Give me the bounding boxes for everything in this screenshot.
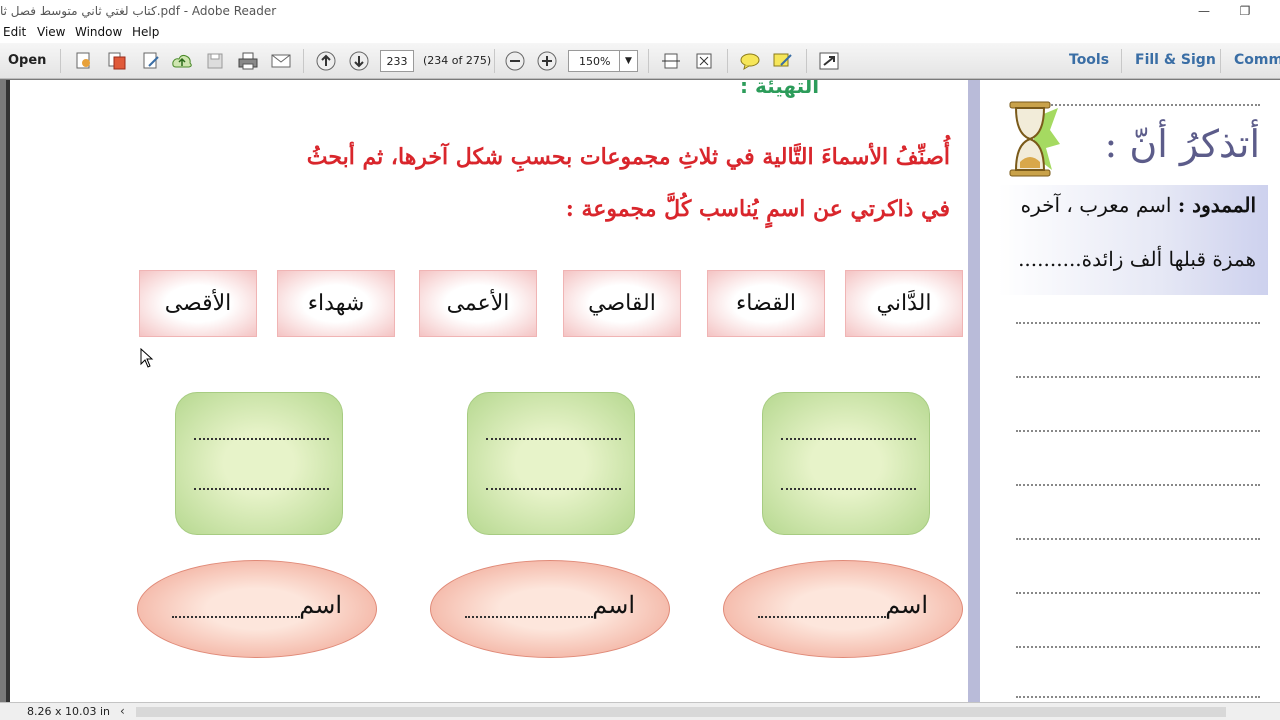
toolbar-separator [60, 49, 61, 73]
combine-files-icon[interactable] [106, 51, 128, 71]
toolbar-separator [1121, 49, 1122, 73]
fill-sign-link[interactable]: Fill & Sign [1135, 52, 1216, 68]
oval-label: اسم [592, 591, 635, 619]
fit-width-icon[interactable] [660, 51, 682, 71]
definition-line-1: الممدود : اسم معرب ، آخره [1021, 193, 1256, 217]
window-title: كتاب لغتي ثاني متوسط فصل ثا.pdf - Adobe … [0, 4, 277, 18]
zoom-out-icon[interactable] [504, 51, 526, 71]
menu-edit[interactable]: Edit [3, 25, 26, 39]
scroll-left-icon[interactable]: ‹ [120, 704, 125, 718]
zoom-value: 150% [579, 54, 611, 68]
page-count: (234 of 275) [423, 54, 492, 67]
answer-line [486, 438, 621, 440]
create-pdf-icon[interactable] [73, 51, 95, 71]
title-bar: كتاب لغتي ثاني متوسط فصل ثا.pdf - Adobe … [0, 0, 1280, 23]
definition-box: الممدود : اسم معرب ، آخره همزة قبلها ألف… [998, 185, 1268, 295]
answer-box [175, 392, 343, 535]
open-button[interactable]: Open [8, 53, 46, 68]
minimize-button[interactable]: — [1196, 3, 1212, 19]
note-line [1016, 538, 1260, 540]
note-line [1016, 696, 1260, 698]
cloud-upload-icon[interactable] [171, 51, 193, 71]
oval-answer-line [172, 616, 300, 618]
answer-line [194, 438, 329, 440]
word-card: الأعمى [419, 270, 537, 337]
next-page-icon[interactable] [348, 51, 370, 71]
oval-answer-line [758, 616, 886, 618]
remember-panel: أتذكرُ أنّ : الممدود : اسم معرب ، آخره ه… [980, 80, 1280, 702]
note-line [1016, 376, 1260, 378]
word-card: القاصي [563, 270, 681, 337]
name-oval: اسم [137, 560, 377, 658]
previous-page-icon[interactable] [315, 51, 337, 71]
toolbar-separator [494, 49, 495, 73]
note-line [1016, 484, 1260, 486]
pdf-page: التهيئة : أُصنِّفُ الأسماءَ التَّالية في… [10, 80, 1280, 702]
remember-header: أتذكرُ أنّ : [1000, 100, 1270, 180]
restore-button[interactable]: ❐ [1237, 3, 1253, 19]
toolbar-separator [303, 49, 304, 73]
tools-link[interactable]: Tools [1069, 52, 1109, 68]
answer-box [762, 392, 930, 535]
page-number-input[interactable]: 233 [380, 50, 414, 72]
expand-icon[interactable] [818, 51, 840, 71]
remember-title: أتذكرُ أنّ : [1104, 122, 1260, 166]
horizontal-scrollbar[interactable] [136, 707, 1226, 717]
zoom-select[interactable]: 150% ▼ [568, 50, 638, 72]
zoom-in-icon[interactable] [536, 51, 558, 71]
definition-text: اسم معرب ، آخره [1020, 193, 1172, 217]
oval-label: اسم [299, 591, 342, 619]
menu-window[interactable]: Window [75, 25, 122, 39]
oval-label: اسم [885, 591, 928, 619]
document-canvas[interactable]: التهيئة : أُصنِّفُ الأسماءَ التَّالية في… [0, 80, 1280, 702]
email-icon[interactable] [270, 51, 292, 71]
word-card: الأقصى [139, 270, 257, 337]
mouse-cursor-icon [140, 348, 154, 368]
print-icon[interactable] [237, 51, 259, 71]
answer-line [781, 438, 916, 440]
column-divider [968, 80, 980, 702]
answer-line [486, 488, 621, 490]
save-icon[interactable] [204, 51, 226, 71]
oval-answer-line [465, 616, 593, 618]
section-title: التهيئة : [740, 80, 820, 98]
name-oval: اسم [430, 560, 670, 658]
note-line [1016, 430, 1260, 432]
answer-box [467, 392, 635, 535]
comment-icon[interactable] [739, 51, 761, 71]
note-line [1016, 592, 1260, 594]
definition-line-2: همزة قبلها ألف زائدة.......... [1018, 247, 1256, 271]
toolbar-separator [806, 49, 807, 73]
toolbar-separator [1220, 49, 1221, 73]
menu-bar: Edit View Window Help [0, 23, 1280, 43]
highlight-icon[interactable] [772, 51, 794, 71]
edit-pdf-icon[interactable] [140, 51, 162, 71]
name-oval: اسم [723, 560, 963, 658]
hourglass-icon [1009, 101, 1060, 177]
note-line [1016, 646, 1260, 648]
word-card: الدَّاني [845, 270, 963, 337]
page-size-label: 8.26 x 10.03 in [27, 705, 111, 718]
word-card: القضاء [707, 270, 825, 337]
answer-line [194, 488, 329, 490]
fit-page-icon[interactable] [693, 51, 715, 71]
menu-view[interactable]: View [37, 25, 65, 39]
status-bar: 8.26 x 10.03 in ‹ [0, 702, 1280, 720]
instruction-line-2: في ذاكرتي عن اسمٍ يُناسب كُلَّ مجموعة : [565, 196, 950, 222]
menu-help[interactable]: Help [132, 25, 159, 39]
instruction-line-1: أُصنِّفُ الأسماءَ التَّالية في ثلاثِ مجم… [306, 144, 950, 170]
word-card: شهداء [277, 270, 395, 337]
comment-link[interactable]: Comm [1234, 52, 1280, 68]
toolbar: Open 233 (234 of 275) 150% ▼ Tools Fill … [0, 43, 1280, 79]
chevron-down-icon[interactable]: ▼ [619, 51, 637, 71]
note-line [1016, 322, 1260, 324]
definition-term: الممدود : [1177, 193, 1256, 217]
answer-line [781, 488, 916, 490]
toolbar-separator [648, 49, 649, 73]
toolbar-separator [727, 49, 728, 73]
